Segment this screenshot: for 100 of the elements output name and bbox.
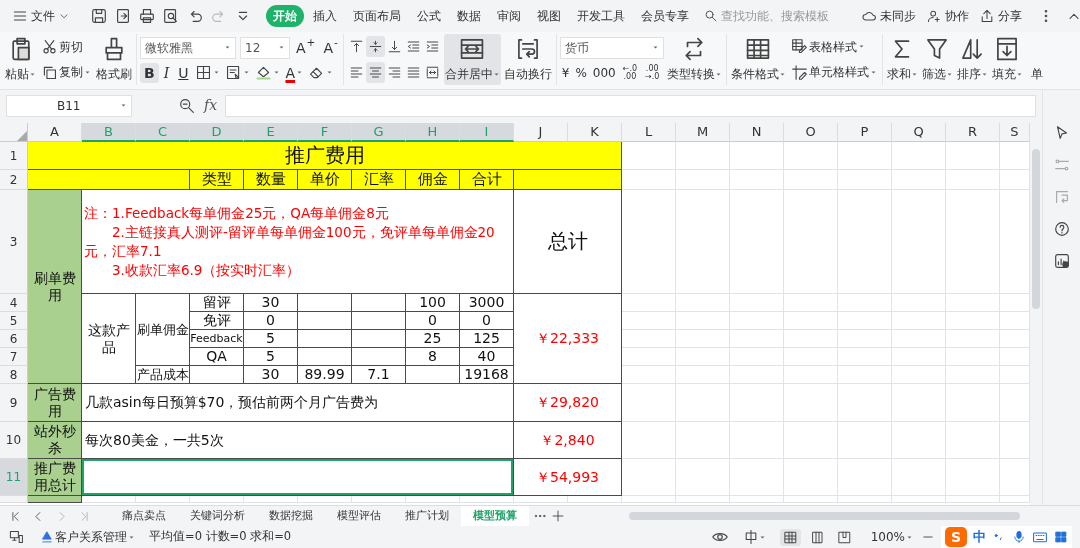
table-cell[interactable]: 这款产品 — [82, 294, 136, 384]
table-cell[interactable]: 8 — [406, 348, 460, 366]
ribbon-button[interactable]: 排序 — [955, 34, 989, 85]
table-cell[interactable] — [190, 366, 244, 384]
table-cell[interactable]: 产品成本 — [136, 366, 190, 384]
row-header[interactable]: 9 — [0, 384, 28, 422]
table-cell[interactable] — [514, 170, 622, 190]
ribbon-tab[interactable]: 视图 — [530, 5, 568, 27]
table-cell[interactable]: 数量 — [244, 170, 298, 190]
table-cell[interactable]: 0 — [244, 312, 298, 330]
table-cell[interactable]: ￥29,820 — [514, 384, 622, 422]
device-icon[interactable] — [8, 529, 24, 545]
table-cell[interactable]: 单价 — [298, 170, 352, 190]
table-cell[interactable] — [28, 170, 190, 190]
toolbar-button[interactable]: 协作 — [922, 5, 973, 27]
column-header[interactable]: P — [838, 123, 892, 142]
table-cell[interactable]: ￥54,993 — [514, 459, 622, 496]
decimal-button[interactable]: .00 →.0 — [642, 62, 663, 83]
column-header[interactable]: O — [784, 123, 838, 142]
table-cell[interactable]: 站外秒杀 — [28, 422, 82, 459]
table-cell[interactable]: 合计 — [460, 170, 514, 190]
ribbon-button[interactable]: 复制 — [39, 62, 93, 83]
ribbon-tab[interactable]: 插入 — [306, 5, 344, 27]
table-cell[interactable] — [298, 348, 352, 366]
table-cell[interactable]: 汇率 — [352, 170, 406, 190]
table-cell[interactable]: 125 — [460, 330, 514, 348]
table-cell[interactable]: ￥22,333 — [514, 294, 622, 384]
apps-icon[interactable] — [1054, 530, 1068, 544]
formula-field[interactable] — [225, 94, 1036, 117]
table-cell[interactable]: 佣金 — [406, 170, 460, 190]
horizontal-scrollbar[interactable] — [629, 510, 1020, 522]
table-cell[interactable]: 免评 — [190, 312, 244, 330]
decimal-button[interactable]: ←.0 .00 — [619, 62, 641, 83]
grid-view-button[interactable] — [779, 528, 801, 546]
save-icon[interactable] — [90, 7, 108, 25]
ribbon-button[interactable]: 合并居中 — [443, 34, 501, 85]
grow-font-button[interactable]: A$^{+}$ — [294, 37, 318, 58]
format-button[interactable]: U — [174, 62, 193, 83]
table-cell[interactable]: 0 — [460, 312, 514, 330]
number-format-button[interactable]: 000 — [590, 62, 618, 83]
zoom-select[interactable]: 100% — [868, 527, 915, 547]
microphone-icon[interactable] — [1012, 530, 1026, 544]
font-select[interactable]: 微软雅黑 — [140, 36, 236, 59]
ribbon-tab[interactable]: 开发工具 — [570, 5, 632, 27]
table-cell[interactable]: 30 — [244, 366, 298, 384]
number-format-button[interactable]: ¥ — [559, 62, 572, 83]
format-button[interactable]: B — [140, 62, 159, 83]
sheet-tab[interactable]: 痛点卖点 — [110, 506, 178, 526]
table-cell[interactable]: 0 — [406, 312, 460, 330]
row-header[interactable]: 4 — [0, 294, 28, 312]
row-header[interactable]: 3 — [0, 190, 28, 294]
table-cell[interactable]: 3000 — [460, 294, 514, 312]
table-cell[interactable] — [352, 312, 406, 330]
format-button[interactable]: I — [159, 62, 174, 83]
sheet-tab[interactable]: 推广计划 — [393, 506, 461, 526]
row-header[interactable]: 6 — [0, 330, 28, 348]
align-middle-button[interactable] — [365, 36, 385, 58]
ribbon-button[interactable]: 求和 — [885, 34, 919, 85]
table-cell[interactable]: 5 — [244, 330, 298, 348]
ime-mode[interactable]: 中 — [973, 527, 986, 547]
row-header[interactable] — [0, 496, 28, 503]
sheet-tab[interactable]: 数据挖掘 — [257, 506, 325, 526]
table-cell[interactable]: 广告费用 — [28, 384, 82, 422]
table-cell[interactable]: 19168 — [460, 366, 514, 384]
table-cell[interactable]: QA — [190, 348, 244, 366]
ribbon-button[interactable]: 条件格式 — [729, 34, 787, 85]
last-sheet-icon[interactable] — [78, 509, 91, 523]
table-cell[interactable]: 25 — [406, 330, 460, 348]
number-format-select[interactable]: 货币 — [559, 36, 664, 59]
print-icon[interactable] — [138, 7, 156, 25]
ribbon-tab[interactable]: 审阅 — [490, 5, 528, 27]
column-header[interactable]: N — [730, 123, 784, 142]
row-header[interactable]: 1 — [0, 142, 28, 170]
table-cell[interactable]: 5 — [244, 348, 298, 366]
row-header[interactable]: 10 — [0, 422, 28, 459]
name-box[interactable]: B11 — [6, 94, 132, 117]
column-header[interactable]: M — [676, 123, 730, 142]
row-header[interactable]: 2 — [0, 170, 28, 190]
table-cell[interactable] — [28, 496, 82, 503]
column-header[interactable]: K — [568, 123, 622, 142]
table-cell[interactable] — [352, 348, 406, 366]
sheet-tab[interactable]: 模型评估 — [325, 506, 393, 526]
table-cell[interactable] — [82, 459, 514, 496]
ribbon-button[interactable]: 单元格样式 — [788, 62, 879, 83]
keyboard-icon[interactable] — [1032, 529, 1048, 545]
row-header[interactable]: 8 — [0, 366, 28, 384]
row-header[interactable]: 5 — [0, 312, 28, 330]
column-header[interactable]: J — [514, 123, 568, 142]
toolbar-button[interactable]: 未同步 — [857, 5, 920, 27]
table-cell[interactable]: 每次80美金，一共5次 — [82, 422, 514, 459]
table-cell[interactable]: 刷单佣金 — [136, 294, 190, 366]
table-cell[interactable] — [352, 330, 406, 348]
ribbon-button[interactable]: 筛选 — [920, 34, 954, 85]
ribbon-button[interactable]: 类型转换 — [665, 34, 723, 85]
column-header[interactable]: A — [28, 123, 82, 142]
size-select[interactable]: 12 — [240, 36, 290, 59]
ribbon-button[interactable]: 剪切 — [39, 36, 93, 57]
table-cell[interactable]: 100 — [406, 294, 460, 312]
add-sheet-icon[interactable] — [551, 509, 565, 523]
table-cell[interactable]: 推广费用 — [28, 142, 622, 170]
